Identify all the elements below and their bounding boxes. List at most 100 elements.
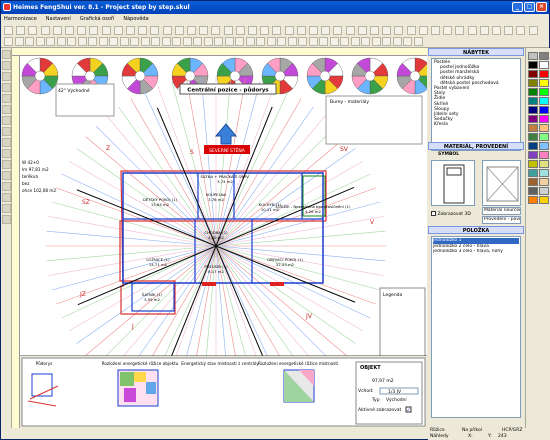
format-button[interactable] xyxy=(382,37,391,46)
color-swatch[interactable] xyxy=(528,133,538,141)
toolbar-button[interactable] xyxy=(394,26,404,35)
toolbar-button[interactable] xyxy=(333,26,343,35)
color-swatch[interactable] xyxy=(539,169,549,177)
color-swatch[interactable] xyxy=(539,79,549,87)
minimize-button[interactable]: _ xyxy=(512,2,523,12)
toolbar-button[interactable] xyxy=(528,26,538,35)
toolbar-button[interactable] xyxy=(138,26,148,35)
toolbar-button[interactable] xyxy=(345,26,355,35)
color-swatch[interactable] xyxy=(539,187,549,195)
side-tool-button[interactable] xyxy=(2,138,11,147)
maximize-button[interactable]: □ xyxy=(524,2,535,12)
menu-napoveda[interactable]: Nápověda xyxy=(123,14,148,24)
format-button[interactable] xyxy=(340,37,349,46)
side-tool-button[interactable] xyxy=(2,83,11,92)
toolbar-button[interactable] xyxy=(382,26,392,35)
menu-graficka-osori[interactable]: Grafická osoří xyxy=(80,14,115,24)
format-button[interactable] xyxy=(245,37,255,46)
toolbar-button[interactable] xyxy=(162,26,172,35)
format-button[interactable] xyxy=(319,37,328,46)
format-button[interactable] xyxy=(413,37,423,46)
color-swatch[interactable] xyxy=(539,97,549,105)
color-swatch[interactable] xyxy=(528,124,538,132)
toolbar-button[interactable] xyxy=(418,26,428,35)
format-button[interactable] xyxy=(350,37,360,46)
color-swatch[interactable] xyxy=(528,79,538,87)
format-button[interactable] xyxy=(88,37,97,46)
format-button[interactable] xyxy=(46,37,55,46)
format-button[interactable] xyxy=(140,37,150,46)
toolbar-button[interactable] xyxy=(52,26,62,35)
color-swatch[interactable] xyxy=(539,142,549,150)
side-tool-button[interactable] xyxy=(2,171,11,180)
color-swatch[interactable] xyxy=(539,61,549,69)
format-button[interactable] xyxy=(308,37,318,46)
side-tool-button[interactable] xyxy=(2,61,11,70)
toolbar-button[interactable] xyxy=(28,26,38,35)
drawing-canvas[interactable]: SEVERNÍ STĚNA ŠATNA + PRAČKÁ S OBYV. 3,74… xyxy=(20,56,427,428)
format-button[interactable] xyxy=(298,37,307,46)
format-button[interactable] xyxy=(193,37,202,46)
format-button[interactable] xyxy=(214,37,223,46)
toolbar-button[interactable] xyxy=(431,26,440,35)
toolbar-button[interactable] xyxy=(113,26,123,35)
toolbar-button[interactable] xyxy=(406,26,416,35)
side-tool-button[interactable] xyxy=(2,105,11,114)
color-swatch[interactable] xyxy=(539,115,549,123)
color-swatch[interactable] xyxy=(528,70,538,78)
side-tool-button[interactable] xyxy=(2,160,11,169)
color-swatch[interactable] xyxy=(539,88,549,96)
side-tool-button[interactable] xyxy=(2,193,11,202)
toolbar-button[interactable] xyxy=(357,26,367,35)
format-button[interactable] xyxy=(4,37,13,46)
toolbar-button[interactable] xyxy=(284,26,294,35)
toolbar-button[interactable] xyxy=(211,26,221,35)
format-button[interactable] xyxy=(98,37,108,46)
toolbar-button[interactable] xyxy=(223,26,233,35)
menu-nastaveni[interactable]: Nastavení xyxy=(46,14,71,24)
toolbar-button[interactable] xyxy=(65,26,74,35)
toolbar-button[interactable] xyxy=(443,26,453,35)
format-button[interactable] xyxy=(235,37,244,46)
format-button[interactable] xyxy=(329,37,339,46)
menu-harmonizace[interactable]: Harmonizace xyxy=(4,14,37,24)
format-button[interactable] xyxy=(277,37,286,46)
provedeni-select[interactable]: Provedení - povr xyxy=(482,216,521,224)
toolbar-button[interactable] xyxy=(16,26,26,35)
format-button[interactable] xyxy=(35,37,45,46)
toolbar-button[interactable] xyxy=(174,26,184,35)
color-swatch[interactable] xyxy=(528,52,538,60)
format-button[interactable] xyxy=(182,37,192,46)
toolbar-button[interactable] xyxy=(199,26,209,35)
toolbar-button[interactable] xyxy=(260,26,270,35)
status-hcp-grz[interactable]: HCP/GRZ xyxy=(502,428,522,433)
toolbar-button[interactable] xyxy=(77,26,87,35)
color-swatch[interactable] xyxy=(539,106,549,114)
format-button[interactable] xyxy=(151,37,160,46)
toolbar-button[interactable] xyxy=(235,26,245,35)
color-swatch[interactable] xyxy=(528,169,538,177)
close-button[interactable]: × xyxy=(536,2,547,12)
toolbar-button[interactable] xyxy=(296,26,306,35)
format-button[interactable] xyxy=(119,37,129,46)
polozka-list[interactable]: jednolůžko 1 jednolůžko 2 čelo - hlava j… xyxy=(431,236,521,418)
toolbar-button[interactable] xyxy=(321,26,331,35)
format-button[interactable] xyxy=(361,37,370,46)
toolbar-button[interactable] xyxy=(126,26,135,35)
side-tool-button[interactable] xyxy=(2,94,11,103)
color-swatch[interactable] xyxy=(528,196,538,204)
format-button[interactable] xyxy=(403,37,412,46)
toolbar-button[interactable] xyxy=(370,26,379,35)
format-button[interactable] xyxy=(224,37,234,46)
side-tool-button[interactable] xyxy=(2,116,11,125)
toolbar-button[interactable] xyxy=(455,26,465,35)
color-swatch[interactable] xyxy=(528,142,538,150)
toolbar-button[interactable] xyxy=(309,26,318,35)
toolbar-button[interactable] xyxy=(504,26,514,35)
color-swatch[interactable] xyxy=(539,133,549,141)
toolbar-button[interactable] xyxy=(479,26,489,35)
format-button[interactable] xyxy=(161,37,171,46)
format-button[interactable] xyxy=(130,37,139,46)
format-button[interactable] xyxy=(392,37,402,46)
color-swatch[interactable] xyxy=(539,178,549,186)
